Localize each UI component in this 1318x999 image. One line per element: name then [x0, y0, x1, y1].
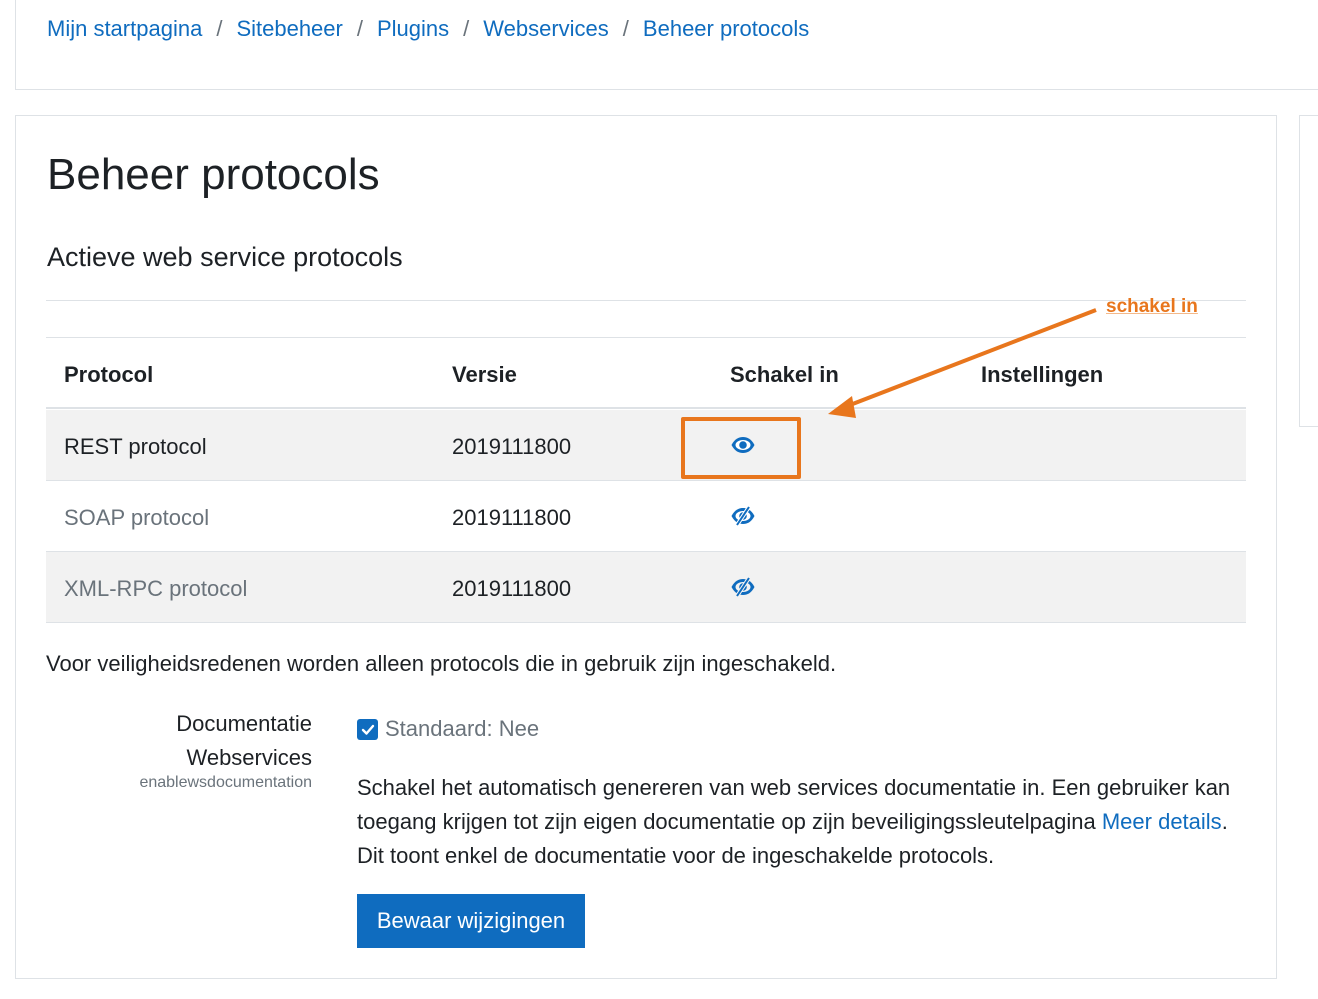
side-panel: [1299, 115, 1318, 427]
setting-label-line: Webservices: [186, 745, 312, 770]
eye-slash-icon: [731, 506, 755, 526]
table-row: SOAP protocol 2019111800: [46, 481, 1246, 552]
enablewsdocumentation-checkbox[interactable]: [357, 719, 378, 740]
table-row: XML-RPC protocol 2019111800: [46, 552, 1246, 623]
annotation-highlight-box: [681, 417, 801, 479]
breadcrumb-current-link[interactable]: Beheer protocols: [643, 16, 809, 42]
section-title: Actieve web service protocols: [47, 242, 403, 272]
breadcrumb-separator: /: [622, 16, 629, 41]
checkmark-icon: [361, 724, 374, 735]
breadcrumb-separator: /: [356, 16, 363, 41]
protocol-version: 2019111800: [452, 576, 572, 601]
column-header-protocol: Protocol: [64, 362, 154, 387]
column-header-settings: Instellingen: [981, 362, 1104, 387]
page-title: Beheer protocols: [47, 150, 380, 199]
default-value-label: Standaard: Nee: [385, 716, 540, 741]
setting-label: Documentatie Webservices: [176, 707, 312, 775]
protocol-name: REST protocol: [64, 434, 207, 459]
annotation-label: schakel in: [1106, 296, 1198, 317]
breadcrumb-separator: /: [216, 16, 223, 41]
breadcrumb: Mijn startpagina / Sitebeheer / Plugins …: [47, 16, 809, 42]
breadcrumb-separator: /: [463, 16, 470, 41]
setting-description: Schakel het automatisch genereren van we…: [357, 771, 1247, 873]
security-notice: Voor veiligheidsredenen worden alleen pr…: [46, 651, 837, 676]
divider: [46, 300, 1246, 301]
table-header: Protocol Versie Schakel in Instellingen: [46, 338, 1246, 409]
breadcrumb-home-link[interactable]: Mijn startpagina: [47, 16, 202, 42]
eye-slash-icon: [731, 577, 755, 597]
setting-label-line: Documentatie: [176, 711, 312, 736]
protocol-version: 2019111800: [452, 434, 572, 459]
description-text: Schakel het automatisch genereren van we…: [357, 775, 1231, 834]
enable-soap-button[interactable]: [729, 503, 757, 529]
column-header-version: Versie: [452, 362, 517, 387]
breadcrumb-bar: [15, 0, 1318, 90]
enable-xmlrpc-button[interactable]: [729, 574, 757, 600]
protocol-name: SOAP protocol: [64, 505, 210, 530]
setting-internal-name: enablewsdocumentation: [139, 774, 312, 791]
table-row: REST protocol 2019111800: [46, 410, 1246, 481]
breadcrumb-plugins-link[interactable]: Plugins: [377, 16, 449, 42]
breadcrumb-webservices-link[interactable]: Webservices: [483, 16, 609, 42]
save-changes-button[interactable]: Bewaar wijzigingen: [357, 894, 585, 948]
column-header-enable: Schakel in: [730, 362, 839, 387]
protocol-version: 2019111800: [452, 505, 572, 530]
protocol-name: XML-RPC protocol: [64, 576, 248, 601]
breadcrumb-sitebeheer-link[interactable]: Sitebeheer: [236, 16, 342, 42]
more-details-link[interactable]: Meer details: [1102, 809, 1222, 834]
